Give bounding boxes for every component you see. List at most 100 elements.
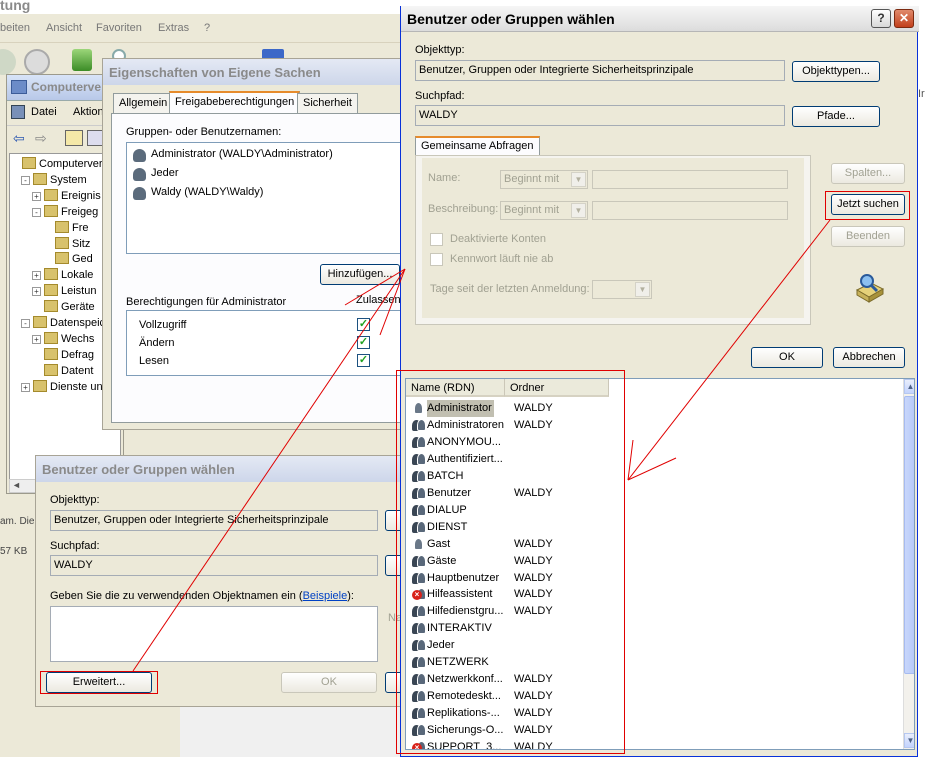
tree-item[interactable]: Geräte xyxy=(44,299,95,315)
allow-read-checkbox[interactable]: ✓ xyxy=(357,354,370,367)
cm-menu-file[interactable]: Datei xyxy=(31,106,57,118)
user-row[interactable]: Administrator (WALDY\Administrator) xyxy=(129,146,409,164)
path-field: WALDY xyxy=(415,105,785,126)
tree-expander-icon[interactable]: + xyxy=(32,334,41,344)
tree-item[interactable]: Defrag xyxy=(44,347,94,363)
enter-names-label: Geben Sie die zu verwendenden Objektname… xyxy=(50,590,354,602)
tab-security[interactable]: Sicherheit xyxy=(297,93,358,113)
explorer-title: tung xyxy=(0,0,31,13)
user-name: Waldy (WALDY\Waldy) xyxy=(151,186,264,198)
user-icon xyxy=(133,187,146,200)
tree-item-label: Defrag xyxy=(61,348,95,361)
examples-link[interactable]: Beispiele xyxy=(303,590,348,602)
menu-help[interactable]: ? xyxy=(204,22,210,34)
menu-favorites[interactable]: Favoriten xyxy=(96,22,142,34)
tab-general[interactable]: Allgemein xyxy=(113,93,174,113)
up-folder-icon[interactable] xyxy=(72,49,92,71)
name-match-value: Beginnt mit xyxy=(504,173,560,185)
tree-item[interactable]: Freigeg xyxy=(44,204,98,220)
tree-expander-icon[interactable]: + xyxy=(21,382,30,392)
scroll-thumb[interactable] xyxy=(904,396,914,674)
groups-label: Gruppen- oder Benutzernamen: xyxy=(126,126,282,138)
tree-item[interactable]: Computerverw xyxy=(22,156,111,172)
tree-item[interactable]: Leistun xyxy=(44,283,96,299)
simple-dialog-title-bar[interactable]: Benutzer oder Gruppen wählen xyxy=(36,456,406,482)
tree-expander-icon[interactable]: + xyxy=(32,191,41,201)
cancel-button[interactable]: Abbrechen xyxy=(833,347,905,368)
right-fragment: Ir xyxy=(918,88,925,100)
user-icon xyxy=(133,149,146,162)
allow-change-checkbox[interactable]: ✓ xyxy=(357,336,370,349)
tree-item[interactable]: Datent xyxy=(44,363,93,379)
columns-button[interactable]: Spalten... xyxy=(831,163,905,184)
menu-extras[interactable]: Extras xyxy=(158,22,189,34)
tab-share-permissions[interactable]: Freigabeberechtigungen xyxy=(169,91,301,114)
tree-item-label: Fre xyxy=(72,221,89,234)
cm-title: Computerve xyxy=(31,80,102,94)
advanced-dialog-title: Benutzer oder Gruppen wählen xyxy=(407,11,615,27)
object-types-button[interactable]: Objekttypen... xyxy=(792,61,880,82)
results-vertical-scrollbar[interactable]: ▲ ▼ xyxy=(903,379,914,749)
description-query-input[interactable] xyxy=(592,201,788,220)
tab-common-queries[interactable]: Gemeinsame Abfragen xyxy=(415,136,540,156)
stop-button[interactable]: Beenden xyxy=(831,226,905,247)
properties-dialog: Eigenschaften von Eigene Sachen Allgemei… xyxy=(102,58,408,430)
tree-item[interactable]: Lokale xyxy=(44,267,93,283)
tree-item-label: Ged xyxy=(72,253,93,266)
back-button[interactable] xyxy=(0,49,16,75)
help-button[interactable]: ? xyxy=(871,9,891,28)
ok-button[interactable]: OK xyxy=(751,347,823,368)
tree-item-label: Dienste un xyxy=(50,380,103,393)
add-button[interactable]: Hinzufügen... xyxy=(320,264,400,285)
user-row[interactable]: Jeder xyxy=(129,165,409,183)
forward-button[interactable] xyxy=(24,49,50,75)
menu-edit[interactable]: beiten xyxy=(0,22,30,34)
scroll-left-icon[interactable]: ◄ xyxy=(12,480,21,490)
tree-expander-icon[interactable]: - xyxy=(21,319,30,328)
tree-expander-icon[interactable]: - xyxy=(21,175,30,185)
size-fragment: 57 KB xyxy=(0,546,28,557)
console-tree-icon[interactable] xyxy=(87,130,103,146)
enter-names-text: Geben Sie die zu verwendenden Objektname… xyxy=(50,590,303,602)
tree-item[interactable]: System xyxy=(33,172,87,188)
simple-ok-button[interactable]: OK xyxy=(281,672,377,693)
days-since-logon-dropdown[interactable]: ▼ xyxy=(592,280,652,299)
back-arrow-icon[interactable]: ⇦ xyxy=(13,130,25,147)
properties-title-bar[interactable]: Eigenschaften von Eigene Sachen xyxy=(103,59,403,85)
tree-item[interactable]: Fre xyxy=(55,220,89,236)
select-users-dialog-simple: Benutzer oder Gruppen wählen Objekttyp: … xyxy=(35,455,407,707)
tree-item-label: System xyxy=(50,173,87,186)
tree-item[interactable]: Ged xyxy=(55,251,93,267)
tree-expander-icon[interactable]: - xyxy=(32,207,41,217)
tree-item[interactable]: Datenspeic xyxy=(33,315,105,331)
forward-arrow-icon[interactable]: ⇨ xyxy=(35,130,47,147)
scroll-up-icon[interactable]: ▲ xyxy=(904,379,914,394)
scroll-down-icon[interactable]: ▼ xyxy=(904,733,914,748)
close-button[interactable]: ✕ xyxy=(894,9,914,28)
name-match-dropdown[interactable]: Beginnt mit ▼ xyxy=(500,170,588,189)
user-row[interactable]: Waldy (WALDY\Waldy) xyxy=(129,184,409,202)
disabled-accounts-checkbox[interactable] xyxy=(430,233,443,246)
tree-item[interactable]: Dienste un xyxy=(33,379,103,395)
password-never-expires-label: Kennwort läuft nie ab xyxy=(450,253,554,265)
locations-button[interactable]: Pfade... xyxy=(792,106,880,127)
password-never-expires-checkbox[interactable] xyxy=(430,253,443,266)
cm-menu-action[interactable]: Aktion xyxy=(73,106,104,118)
allow-full-control-checkbox[interactable]: ✓ xyxy=(357,318,370,331)
description-match-dropdown[interactable]: Beginnt mit ▼ xyxy=(500,201,588,220)
tree-item-label: Geräte xyxy=(61,301,95,314)
group-user-list[interactable]: Administrator (WALDY\Administrator) Jede… xyxy=(126,142,408,254)
simple-dialog-title: Benutzer oder Gruppen wählen xyxy=(42,462,235,477)
menu-view[interactable]: Ansicht xyxy=(46,22,82,34)
tree-item[interactable]: Sitz xyxy=(55,236,90,252)
name-query-input[interactable] xyxy=(592,170,788,189)
object-names-input[interactable] xyxy=(50,606,378,662)
tree-node-icon xyxy=(33,316,47,328)
tree-expander-icon[interactable]: + xyxy=(32,287,41,297)
tree-item[interactable]: Wechs xyxy=(44,331,94,347)
advanced-dialog-title-bar[interactable]: Benutzer oder Gruppen wählen ? ✕ xyxy=(401,6,919,32)
tree-item[interactable]: Ereignis xyxy=(44,188,101,204)
tree-node-icon xyxy=(44,300,58,313)
tree-expander-icon[interactable]: + xyxy=(32,271,41,281)
folder-up-icon[interactable] xyxy=(65,130,83,146)
